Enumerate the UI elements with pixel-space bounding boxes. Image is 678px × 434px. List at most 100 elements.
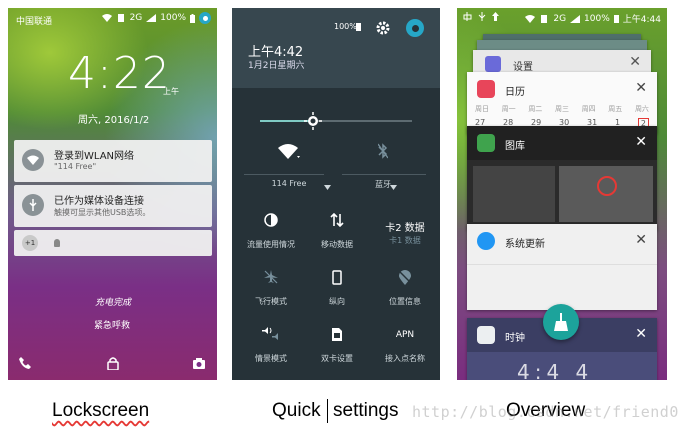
calendar-weekdays: 周日 周一 周二 周三 周四 周五 周六	[475, 104, 649, 114]
android-debug-icon	[463, 12, 472, 21]
tile-title: 卡2 数据	[385, 223, 425, 234]
mobile-data-tile[interactable]: 移动数据	[302, 213, 372, 257]
upload-icon	[492, 12, 499, 21]
lock-clock: 4:22	[68, 48, 171, 99]
user-avatar-icon[interactable]	[406, 19, 424, 37]
sound-profile-tile[interactable]: 情景模式	[236, 327, 306, 371]
more-notifications-badge: +1	[22, 235, 38, 251]
recent-card-calendar[interactable]: 日历 ✕ 周日 周一 周二 周三 周四 周五 周六 27 28 29 30 31…	[467, 72, 657, 134]
tile-label: 飞行模式	[255, 297, 287, 306]
close-icon[interactable]: ✕	[635, 134, 647, 150]
wifi-icon	[22, 149, 44, 171]
watermark: http://blog.csdn.net/friend0	[412, 403, 678, 421]
brightness-icon[interactable]	[304, 112, 323, 130]
close-icon[interactable]: ✕	[635, 232, 647, 248]
dual-sim-tile[interactable]: 双卡设置	[302, 327, 372, 371]
gear-icon[interactable]	[375, 20, 391, 36]
clock-digits: 4:4 4	[517, 360, 594, 380]
battery-level: 100%	[584, 13, 610, 24]
quick-settings-panel: 100% 上午4:42 1月2日星期六 114 Free 蓝牙 流量使用情况 移…	[232, 8, 440, 380]
apn-tile[interactable]: APN 接入点名称	[370, 327, 440, 371]
battery-level: 100%	[334, 22, 357, 31]
battery-icon	[356, 23, 361, 31]
close-icon[interactable]: ✕	[635, 326, 647, 342]
status-bar-left	[463, 12, 499, 21]
sim-icon	[541, 14, 548, 23]
dual-sim-icon	[332, 328, 342, 341]
close-icon[interactable]: ✕	[629, 54, 641, 70]
broom-icon	[554, 313, 568, 331]
signal-icon	[570, 14, 581, 23]
bluetooth-tile[interactable]: 蓝牙	[348, 143, 418, 193]
location-tile[interactable]: 位置信息	[370, 270, 440, 314]
gallery-thumbnail-detail	[597, 176, 617, 196]
wifi-icon	[525, 14, 536, 23]
recent-card-system-update[interactable]: 系统更新 ✕	[467, 224, 657, 310]
card-header	[467, 126, 657, 160]
data-usage-tile[interactable]: 流量使用情况	[236, 213, 306, 257]
charging-status: 充电完成	[95, 298, 132, 308]
lock-ampm: 上午	[163, 87, 179, 96]
camera-icon[interactable]	[192, 356, 206, 370]
card-title: 时钟	[505, 333, 525, 344]
weekday: 周五	[608, 105, 623, 113]
sim-icon	[117, 14, 124, 22]
lock-icon[interactable]	[106, 356, 120, 370]
bluetooth-label: 蓝牙	[375, 180, 391, 189]
clear-all-button[interactable]	[543, 304, 579, 340]
system-update-app-icon	[477, 232, 495, 250]
airplane-icon	[264, 270, 278, 284]
portrait-icon	[332, 270, 342, 285]
lockscreen-panel: 中国联通 2G 100% 4:22 上午 周六, 2016/1/2 登录到WLA…	[8, 8, 217, 380]
lock-date: 周六, 2016/1/2	[78, 115, 150, 126]
status-bar-right: 2G 100%	[101, 12, 211, 24]
weekday: 周四	[581, 105, 596, 113]
wifi-network-label: 114 Free	[271, 179, 307, 188]
clock-app-icon	[477, 326, 495, 344]
notification-collapsed[interactable]: +1	[14, 230, 212, 256]
carrier-label: 中国联通	[16, 17, 53, 27]
gallery-thumbnail	[473, 166, 555, 222]
settings-app-icon	[485, 56, 501, 72]
notification-usb[interactable]: 已作为媒体设备连接 触摸可显示其他USB选项。	[14, 185, 212, 227]
airplane-mode-tile[interactable]: 飞行模式	[236, 270, 306, 314]
close-icon[interactable]: ✕	[635, 80, 647, 96]
status-bar-right: 2G 100% 上午4:44	[525, 12, 661, 25]
card-title: 图库	[505, 141, 525, 152]
wifi-tile[interactable]: 114 Free	[254, 143, 324, 193]
chevron-down-icon[interactable]	[390, 185, 397, 190]
weekday: 周日	[475, 105, 489, 113]
tile-label: 接入点名称	[385, 354, 425, 363]
network-type: 2G	[553, 13, 567, 24]
usb-icon	[478, 12, 486, 21]
card-title: 设置	[513, 62, 533, 73]
data-usage-icon	[264, 213, 278, 227]
divider	[342, 174, 426, 175]
wifi-icon	[101, 14, 112, 22]
card-title: 系统更新	[505, 239, 545, 250]
sim-data-tile[interactable]: 卡2 数据 卡1 数据	[370, 213, 440, 257]
microphone-icon	[54, 239, 60, 247]
weekday: 周二	[528, 105, 543, 113]
tile-label: 情景模式	[255, 354, 287, 363]
status-time: 上午4:44	[622, 15, 661, 25]
caption-settings: settings	[333, 400, 399, 421]
battery-level: 100%	[160, 13, 186, 23]
phone-icon[interactable]	[18, 356, 32, 370]
recent-card-gallery[interactable]: 图库 ✕	[467, 126, 657, 230]
signal-icon	[146, 14, 157, 22]
user-avatar-icon[interactable]	[199, 12, 211, 24]
chevron-down-icon[interactable]	[324, 185, 331, 190]
caption-quick: Quick	[272, 400, 321, 421]
wifi-icon	[278, 144, 300, 159]
mobile-data-icon	[330, 213, 344, 227]
notification-subtitle: "114 Free"	[54, 162, 97, 171]
tile-label: 纵向	[329, 297, 345, 306]
orientation-tile[interactable]: 纵向	[302, 270, 372, 314]
battery-icon	[190, 13, 195, 23]
notification-wlan[interactable]: 登录到WLAN网络 "114 Free"	[14, 140, 212, 182]
emergency-call-button[interactable]: 紧急呼救	[94, 318, 130, 331]
tile-label: 移动数据	[321, 240, 353, 249]
qs-date: 1月2日星期六	[248, 61, 305, 71]
tile-label: 双卡设置	[321, 354, 353, 363]
